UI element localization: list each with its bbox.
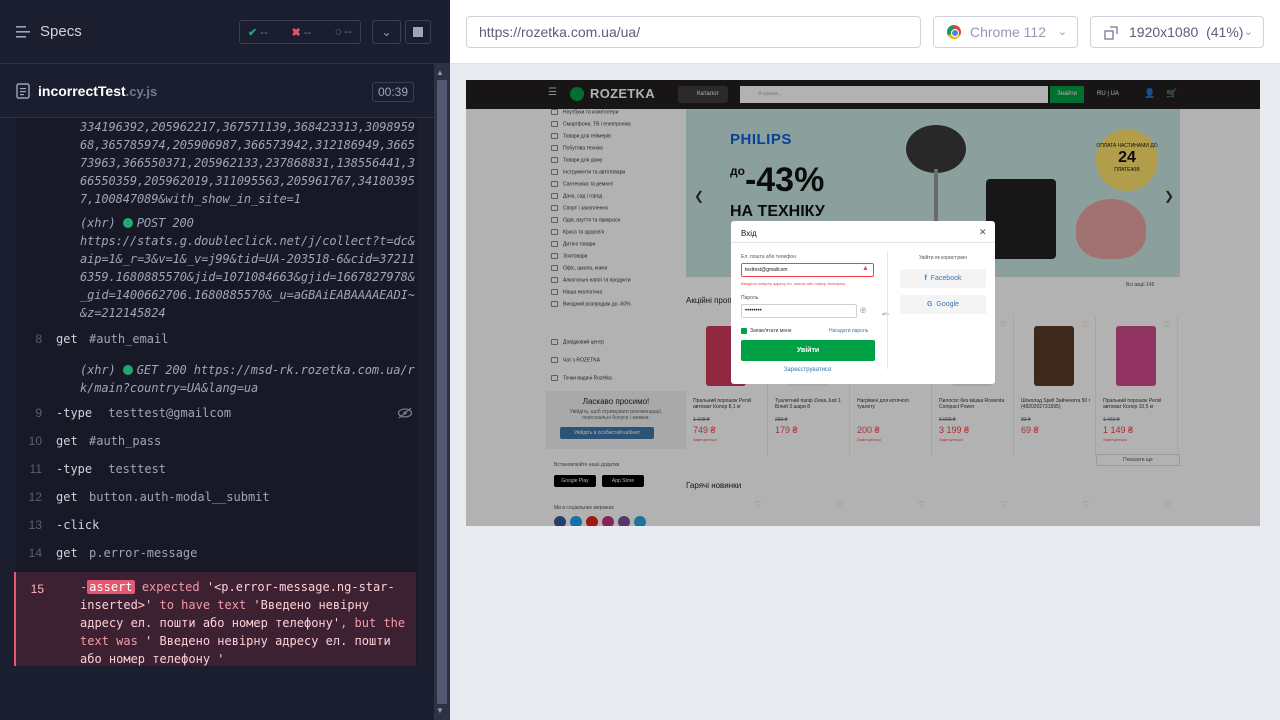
xhr-log-continuation[interactable]: 334196392,205962217,367571139,368423313,… [80, 118, 420, 208]
social-login-title: Увійти як користувач [918, 255, 968, 261]
forgot-password-link[interactable]: Нагадати пароль [829, 328, 868, 334]
scroll-up-icon[interactable]: ▲ [436, 68, 444, 77]
command-row-get-submit[interactable]: 12 get button.auth-modal__submit [16, 483, 417, 511]
facebook-icon: f [924, 275, 927, 282]
assertion-message: - assert expected '<p.error-message.ng-st… [80, 580, 406, 666]
modal-title: Вхід [741, 229, 757, 238]
command-row-get-pass[interactable]: 10 get #auth_pass [16, 427, 417, 455]
divider [887, 251, 888, 369]
register-link[interactable]: Зареєструватися [731, 367, 884, 373]
command-row-type-pass[interactable]: 11- type testtest [16, 455, 417, 483]
google-login-button[interactable]: G Google [900, 295, 986, 314]
command-row-click[interactable]: 13- click [16, 511, 417, 539]
stop-icon [413, 27, 423, 37]
chevron-down-icon: ⌄ [1243, 26, 1253, 38]
chevron-down-icon: ⌄ [1057, 26, 1067, 38]
error-message: Введено невірну адресу ел. пошти або ном… [741, 281, 846, 286]
app-preview-panel: https://rozetka.com.ua/ua/ Chrome 112 ⌄ … [450, 0, 1280, 720]
status-dot-icon [122, 218, 133, 228]
failed-icon: ✖ [291, 26, 301, 39]
command-row-get-email[interactable]: 8 get #auth_email [16, 325, 417, 353]
preview-toolbar: https://rozetka.com.ua/ua/ Chrome 112 ⌄ … [450, 0, 1280, 64]
facebook-login-button[interactable]: f Facebook [900, 269, 986, 288]
remember-checkbox[interactable] [741, 328, 747, 334]
failed-assertion-row[interactable]: 15 - assert expected '<p.error-message.ng… [14, 572, 416, 666]
command-row-get-error[interactable]: 14 get p.error-message [16, 539, 417, 567]
login-submit-button[interactable]: Увійти [741, 340, 875, 361]
scrollbar-thumb[interactable] [437, 80, 447, 704]
remember-label: Запам'ятати мене [750, 328, 792, 334]
email-label: Ел. пошта або телефон [741, 254, 796, 260]
viewport-icon [1104, 26, 1118, 40]
specs-bar: Specs ✔ -- ✖ -- ◌ -- ⌄ [0, 0, 450, 64]
spec-name: incorrectTest.cy.js [38, 82, 158, 99]
viewport-selector[interactable]: 1920x1080 (41%) ⌄ [1090, 16, 1264, 48]
command-row-type-email[interactable]: 9- type testtest@gmailcom [16, 399, 417, 427]
pending-count: -- [344, 26, 352, 38]
specs-menu-icon[interactable] [16, 25, 32, 39]
pending-icon: ◌ [335, 26, 342, 38]
command-log: incorrectTest.cy.js 00:39 334196392,2059… [0, 64, 434, 684]
password-label: Пароль [741, 295, 759, 301]
chevron-down-icon[interactable]: ⌄ [372, 20, 401, 44]
eye-icon[interactable]: ◎ [860, 306, 866, 314]
app-under-test-frame: ☰ ROZETKA Каталог Я шукаю... Знайти RU |… [466, 80, 1260, 526]
scroll-down-icon[interactable]: ▼ [436, 706, 444, 715]
browser-selector[interactable]: Chrome 112 ⌄ [933, 16, 1078, 48]
warning-icon: ▲ [862, 265, 869, 272]
test-stats: ✔ -- ✖ -- ◌ -- [239, 20, 361, 44]
spec-header[interactable]: incorrectTest.cy.js 00:39 [0, 64, 434, 118]
close-icon[interactable]: ✕ [979, 227, 987, 238]
document-icon [16, 82, 30, 99]
failed-count: -- [303, 26, 312, 39]
passed-icon: ✔ [248, 26, 258, 39]
duration-badge: 00:39 [371, 82, 414, 102]
email-field[interactable]: testtest@gmailcom [741, 263, 874, 277]
chrome-icon [947, 25, 961, 39]
divider [731, 242, 995, 243]
status-dot-icon [122, 365, 133, 375]
specs-title: Specs [40, 23, 82, 40]
xhr-log-post[interactable]: (xhr) POST 200 https://stats.g.doublecli… [80, 214, 420, 322]
login-modal: Вхід ✕ Ел. пошта або телефон testtest@gm… [731, 221, 995, 384]
url-field[interactable]: https://rozetka.com.ua/ua/ [466, 16, 921, 48]
password-field[interactable]: •••••••• [741, 304, 857, 318]
google-icon: G [927, 301, 933, 308]
eye-slash-icon[interactable] [397, 407, 413, 419]
runner-panel: Specs ✔ -- ✖ -- ◌ -- ⌄ incorrectTest.cy.… [0, 0, 450, 720]
stop-button[interactable] [405, 20, 431, 44]
xhr-log-get[interactable]: (xhr) GET 200 https://msd-rk.rozetka.com… [80, 361, 420, 397]
passed-count: -- [260, 26, 268, 39]
